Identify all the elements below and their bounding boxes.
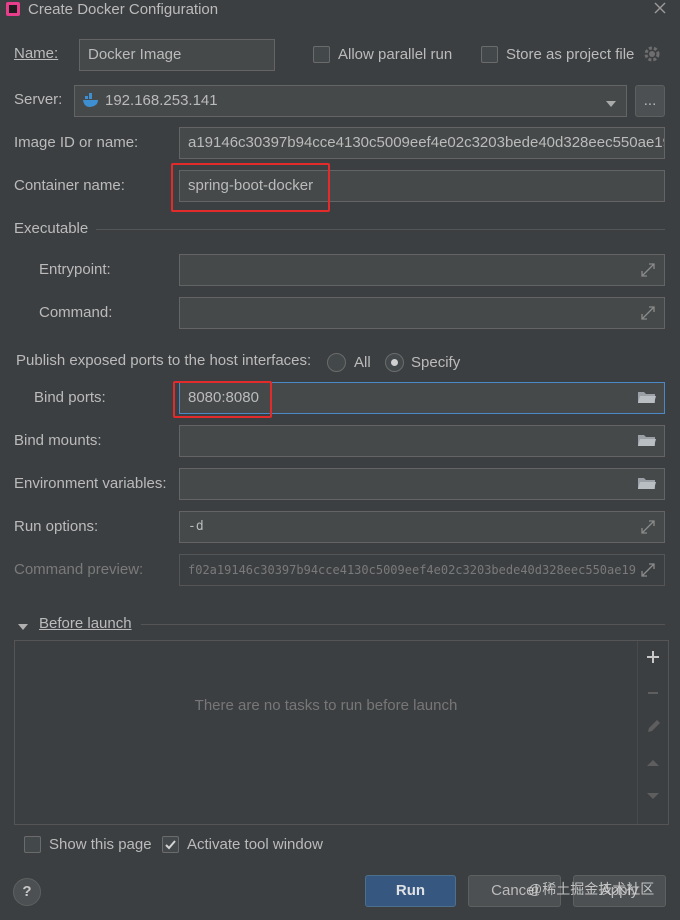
command-preview-label: Command preview:	[14, 561, 144, 578]
env-vars-label: Environment variables:	[14, 475, 167, 492]
allow-parallel-label: Allow parallel run	[338, 46, 453, 63]
gear-icon[interactable]	[643, 45, 661, 63]
activate-tool-checkbox[interactable]	[162, 836, 179, 853]
ports-all-radio[interactable]	[327, 353, 346, 372]
server-label: Server:	[14, 91, 63, 108]
expand-icon[interactable]	[638, 303, 660, 325]
edit-icon	[645, 717, 663, 735]
expand-icon[interactable]	[638, 260, 660, 282]
run-options-input[interactable]: -d	[179, 511, 665, 543]
before-launch-toolbar	[637, 641, 638, 824]
image-input[interactable]: a19146c30397b94cce4130c5009eef4e02c3203b…	[179, 127, 665, 159]
executable-divider	[96, 229, 665, 230]
folder-icon[interactable]	[637, 474, 659, 496]
entrypoint-label: Entrypoint:	[39, 261, 111, 278]
publish-ports-label: Publish exposed ports to the host interf…	[16, 352, 312, 369]
name-input[interactable]: Docker Image	[79, 39, 275, 71]
server-more-button[interactable]: ...	[635, 85, 665, 117]
watermark: @稀土掘金技术社区	[528, 881, 655, 897]
command-preview-input: f02a19146c30397b94cce4130c5009eef4e02c32…	[179, 554, 665, 586]
executable-section-label: Executable	[14, 220, 89, 237]
activate-tool-label: Activate tool window	[187, 836, 323, 853]
image-label: Image ID or name:	[14, 134, 139, 151]
run-options-label: Run options:	[14, 518, 99, 535]
docker-icon	[82, 93, 100, 109]
remove-icon	[645, 685, 661, 701]
ports-specify-radio[interactable]	[385, 353, 404, 372]
container-label: Container name:	[14, 177, 125, 194]
before-launch-label[interactable]: Before launch	[39, 614, 132, 634]
close-icon[interactable]	[652, 0, 668, 16]
show-page-checkbox[interactable]	[24, 836, 41, 853]
collapse-triangle-icon[interactable]	[17, 619, 29, 630]
folder-icon[interactable]	[637, 431, 659, 453]
before-launch-divider	[141, 624, 665, 625]
before-launch-empty-text: There are no tasks to run before launch	[194, 697, 458, 714]
ports-specify-label: Specify	[411, 354, 461, 371]
server-select[interactable]: 192.168.253.141	[74, 85, 627, 117]
move-down-icon	[646, 788, 660, 799]
name-label: Name:	[14, 45, 59, 62]
app-icon	[6, 2, 20, 16]
run-button[interactable]: Run	[365, 875, 456, 907]
move-up-icon	[646, 755, 660, 766]
chevron-down-icon[interactable]	[605, 96, 617, 107]
bind-ports-label: Bind ports:	[34, 389, 106, 406]
allow-parallel-checkbox[interactable]	[313, 46, 330, 63]
before-launch-panel: There are no tasks to run before launch	[14, 640, 669, 825]
expand-icon[interactable]	[638, 517, 660, 539]
bind-mounts-label: Bind mounts:	[14, 432, 102, 449]
expand-icon[interactable]	[638, 560, 660, 582]
window-title: Create Docker Configuration	[28, 1, 219, 18]
env-vars-input[interactable]	[179, 468, 665, 500]
server-value: 192.168.253.141	[105, 92, 218, 109]
store-project-checkbox[interactable]	[481, 46, 498, 63]
bind-mounts-input[interactable]	[179, 425, 665, 457]
show-page-label: Show this page	[49, 836, 152, 853]
store-project-label: Store as project file	[506, 46, 635, 63]
container-highlight	[171, 163, 330, 212]
entrypoint-input[interactable]	[179, 254, 665, 286]
add-icon[interactable]	[645, 649, 661, 665]
command-label: Command:	[39, 304, 113, 321]
ports-all-label: All	[354, 354, 371, 371]
help-button[interactable]: ?	[13, 878, 41, 906]
folder-icon[interactable]	[637, 388, 659, 410]
command-input[interactable]	[179, 297, 665, 329]
bind-ports-highlight	[173, 381, 272, 418]
